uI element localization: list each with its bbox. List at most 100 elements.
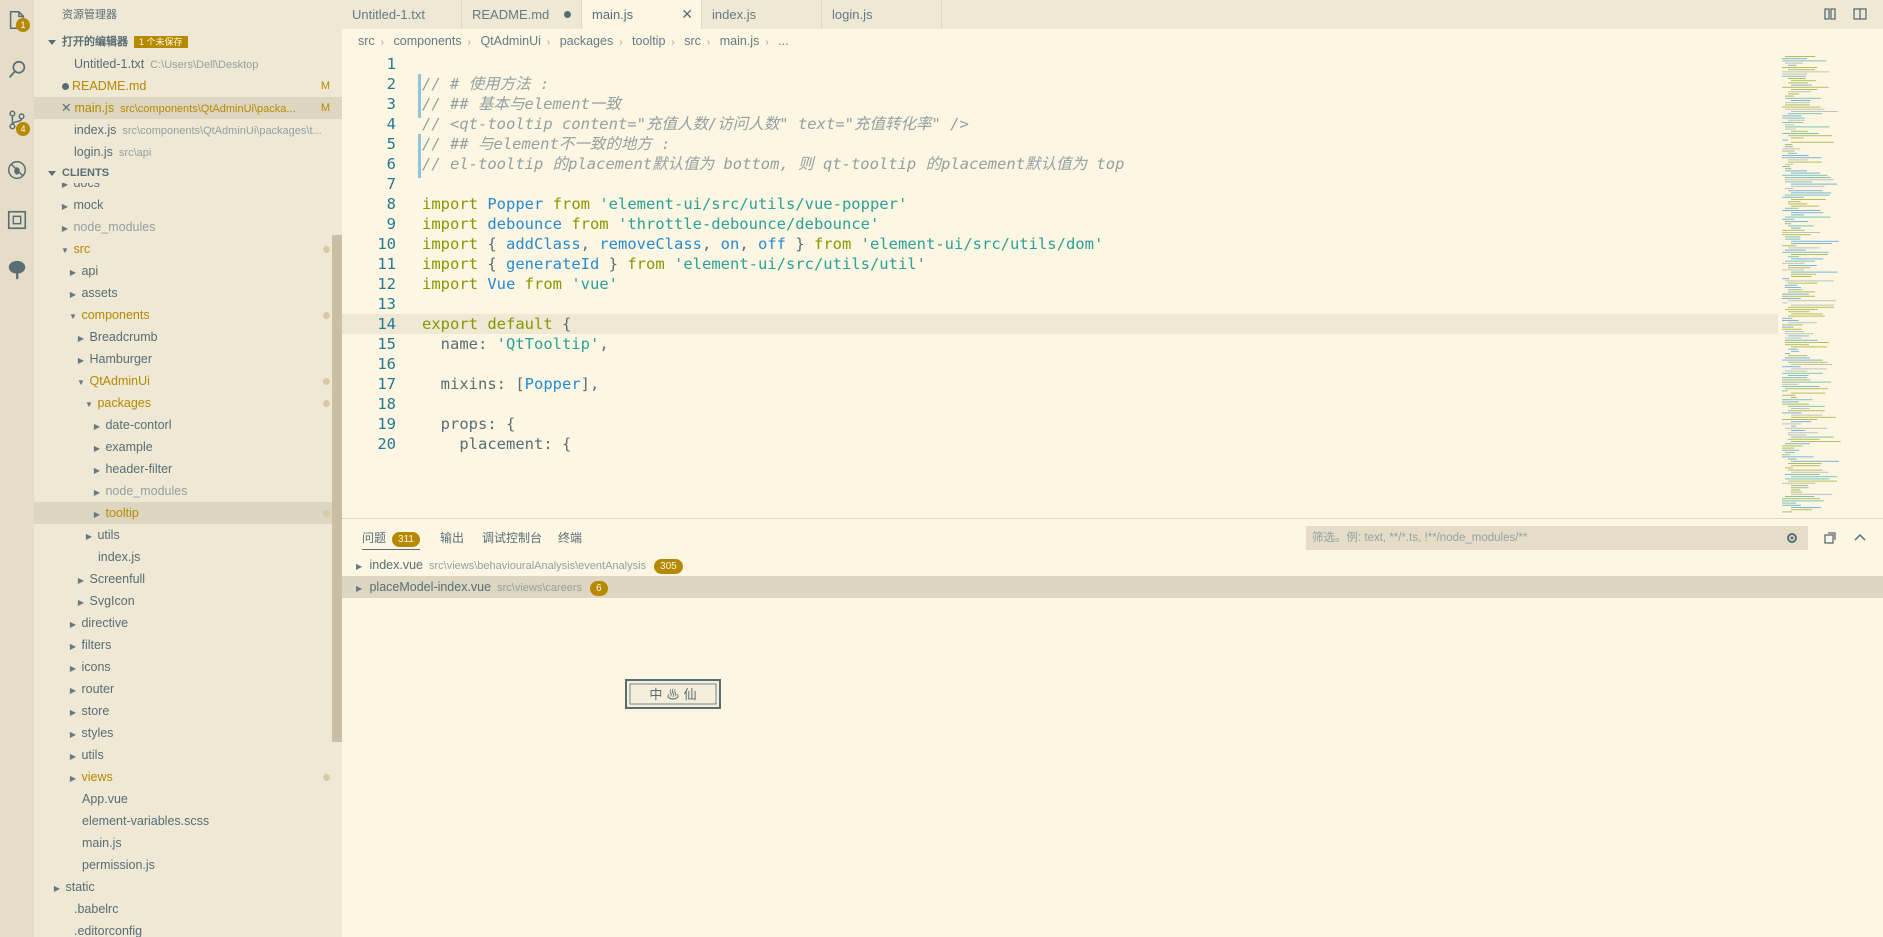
- code-line[interactable]: 7: [342, 174, 1778, 194]
- tree-item-node-modules[interactable]: ▶ node_modules: [34, 480, 342, 502]
- tab-terminal[interactable]: 终端: [558, 529, 582, 546]
- tree-item-hamburger[interactable]: ▶ Hamburger: [34, 348, 342, 370]
- breadcrumb-item[interactable]: packages: [560, 34, 614, 48]
- tree-item-src[interactable]: ▼ src: [34, 238, 342, 260]
- extensions-icon[interactable]: [5, 208, 29, 232]
- open-editor-item[interactable]: login.js src\api: [34, 141, 342, 163]
- code-editor[interactable]: 1 2// # 使用方法 :3// ## 基本与element一致 4// <qt-…: [342, 52, 1778, 518]
- open-editor-item[interactable]: index.js src\components\QtAdminUi\package…: [34, 119, 342, 141]
- open-editor-item[interactable]: Untitled-1.txt C:\Users\Dell\Desktop: [34, 53, 342, 75]
- tree-item-permission-js[interactable]: permission.js: [34, 854, 342, 876]
- tree-item-icons[interactable]: ▶ icons: [34, 656, 342, 678]
- problems-filter-input[interactable]: 筛选。例: text, **/*.ts, !**/node_modules/**: [1306, 526, 1808, 550]
- breadcrumb-item[interactable]: QtAdminUi: [480, 34, 540, 48]
- tab-index-js[interactable]: index.js: [702, 0, 822, 29]
- code-line[interactable]: 6 // el-tooltip 的placement默认值为 bottom, 则 …: [342, 154, 1778, 178]
- tree-item-breadcrumb[interactable]: ▶ Breadcrumb: [34, 326, 342, 348]
- tree-item-date-contorl[interactable]: ▶ date-contorl: [34, 414, 342, 436]
- minimap[interactable]: [1778, 52, 1878, 518]
- tree-item-views[interactable]: ▶ views: [34, 766, 342, 788]
- code-line[interactable]: 17 mixins: [Popper],: [342, 374, 1778, 394]
- tree-item-api[interactable]: ▶ api: [34, 260, 342, 282]
- breadcrumb-item[interactable]: src: [358, 34, 375, 48]
- code-line[interactable]: 4 // <qt-tooltip content="充值人数/访问人数" text…: [342, 114, 1778, 134]
- tree-item-screenfull[interactable]: ▶ Screenfull: [34, 568, 342, 590]
- tab-debug-console[interactable]: 调试控制台: [482, 529, 542, 546]
- tree-item-filters[interactable]: ▶ filters: [34, 634, 342, 656]
- code-line[interactable]: 10 import { addClass, removeClass, on, of…: [342, 234, 1778, 254]
- tree-item-qtadminui[interactable]: ▼ QtAdminUi: [34, 370, 342, 392]
- tree-item-index-js[interactable]: index.js: [34, 546, 342, 568]
- close-icon[interactable]: ✕: [61, 101, 71, 115]
- tree-item-svgicon[interactable]: ▶ SvgIcon: [34, 590, 342, 612]
- tab-untitled[interactable]: Untitled-1.txt: [342, 0, 462, 29]
- tree-item-static[interactable]: ▶ static: [34, 876, 342, 898]
- line-number: 9: [386, 215, 396, 233]
- code-line[interactable]: 8 import Popper from 'element-ui/src/util…: [342, 194, 1778, 214]
- code-line[interactable]: 1: [342, 54, 1778, 74]
- tree-item-docs[interactable]: ▶ docs: [34, 183, 342, 194]
- open-editor-item[interactable]: ✕ main.js src\components\QtAdminUi\packa..…: [34, 97, 342, 119]
- sidebar-scrollbar[interactable]: [332, 235, 342, 742]
- tree-item-header-filter[interactable]: ▶ header-filter: [34, 458, 342, 480]
- tree-item-babelrc[interactable]: .babelrc: [34, 898, 342, 920]
- tree-item-example[interactable]: ▶ example: [34, 436, 342, 458]
- tree-item-app-vue[interactable]: App.vue: [34, 788, 342, 810]
- tab-problems[interactable]: 问题 311: [362, 529, 420, 550]
- tree-item-styles[interactable]: ▶ styles: [34, 722, 342, 744]
- code-line[interactable]: 12 import Vue from 'vue': [342, 274, 1778, 294]
- breadcrumb-item[interactable]: ...: [778, 34, 788, 48]
- tree-item-mock[interactable]: ▶ mock: [34, 194, 342, 216]
- tab-output[interactable]: 输出: [440, 529, 464, 546]
- tree-item-store[interactable]: ▶ store: [34, 700, 342, 722]
- problem-file-row[interactable]: ▶ placeModel-index.vue src\views\careers 6: [342, 576, 1883, 598]
- breadcrumb-item[interactable]: src: [684, 34, 701, 48]
- collapse-all-icon[interactable]: [1822, 530, 1838, 546]
- unsaved-dot[interactable]: [564, 11, 571, 18]
- filter-settings-icon[interactable]: [1784, 530, 1800, 546]
- clients-header[interactable]: CLIENTS: [34, 163, 342, 183]
- tab-login-js[interactable]: login.js: [822, 0, 942, 29]
- problem-file-row[interactable]: ▶ index.vue src\views\behaviouralAnalysis…: [342, 554, 1883, 576]
- maximize-panel-icon[interactable]: [1852, 530, 1868, 546]
- tree-item-tooltip[interactable]: ▶ tooltip: [34, 502, 342, 524]
- tree-item-assets[interactable]: ▶ assets: [34, 282, 342, 304]
- compare-icon[interactable]: [1822, 6, 1838, 22]
- code-line[interactable]: 15 name: 'QtTooltip',: [342, 334, 1778, 354]
- open-editors-header[interactable]: 打开的编辑器 1 个未保存: [34, 32, 342, 52]
- tree-item-utils[interactable]: ▶ utils: [34, 524, 342, 546]
- tab-readme[interactable]: README.md: [462, 0, 582, 29]
- tree-item-router[interactable]: ▶ router: [34, 678, 342, 700]
- line-number: 14: [377, 315, 396, 333]
- debug-icon[interactable]: [5, 158, 29, 182]
- code-line[interactable]: 16: [342, 354, 1778, 374]
- close-icon[interactable]: ✕: [681, 0, 693, 29]
- split-editor-icon[interactable]: [1852, 6, 1868, 22]
- tree-item-directive[interactable]: ▶ directive: [34, 612, 342, 634]
- breadcrumb-item[interactable]: components: [394, 34, 462, 48]
- breadcrumb-item[interactable]: tooltip: [632, 34, 665, 48]
- tree-item-node-modules[interactable]: ▶ node_modules: [34, 216, 342, 238]
- code-line[interactable]: 20 placement: {: [342, 434, 1778, 454]
- code-line[interactable]: 19 props: {: [342, 414, 1778, 434]
- tree-item-packages[interactable]: ▼ packages: [34, 392, 342, 414]
- code-line[interactable]: 9 import debounce from 'throttle-debounce…: [342, 214, 1778, 234]
- tab-main-js[interactable]: main.js ✕: [582, 0, 702, 29]
- code-line[interactable]: 5 // ## 与element不一致的地方 :: [342, 134, 1778, 158]
- tree-item-components[interactable]: ▼ components: [34, 304, 342, 326]
- tree-item-main-js[interactable]: main.js: [34, 832, 342, 854]
- search-icon[interactable]: [5, 58, 29, 82]
- code-line[interactable]: 14 export default {: [342, 314, 1778, 334]
- tree-icon[interactable]: [5, 258, 29, 282]
- breadcrumb-item[interactable]: main.js: [720, 34, 760, 48]
- tree-item-utils[interactable]: ▶ utils: [34, 744, 342, 766]
- tree-item-editorconfig[interactable]: .editorconfig: [34, 920, 342, 937]
- code-line[interactable]: 11 import { generateId } from 'element-ui…: [342, 254, 1778, 274]
- code-text: props: {: [422, 415, 516, 433]
- code-line[interactable]: 13: [342, 294, 1778, 314]
- code-line[interactable]: 2 // # 使用方法 :: [342, 74, 1778, 98]
- open-editor-item[interactable]: README.md M: [34, 75, 342, 97]
- tree-item-element-variables[interactable]: element-variables.scss: [34, 810, 342, 832]
- code-line[interactable]: 18: [342, 394, 1778, 414]
- code-line[interactable]: 3 // ## 基本与element一致: [342, 94, 1778, 118]
